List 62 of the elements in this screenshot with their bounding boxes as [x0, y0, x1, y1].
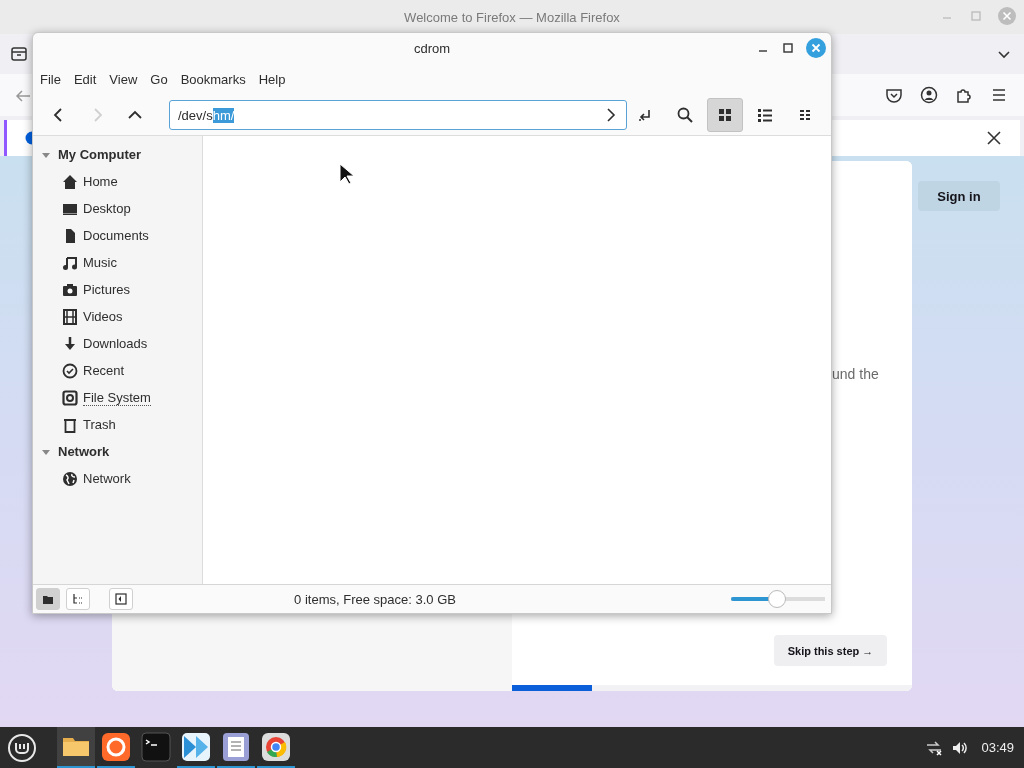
tree-icon[interactable] [71, 592, 85, 606]
mouse-pointer-icon [339, 163, 355, 185]
window-title: Welcome to Firefox — Mozilla Firefox [404, 9, 620, 25]
maximize-button[interactable] [781, 41, 795, 55]
sidebar-item[interactable]: Desktop [83, 201, 131, 216]
sidebar-item[interactable]: Recent [83, 363, 125, 378]
camera-icon [62, 281, 78, 298]
section-heading: Network [58, 444, 110, 459]
places-button[interactable] [36, 588, 60, 610]
sidebar-item[interactable]: Documents [83, 228, 149, 243]
menu-item[interactable]: Go [150, 71, 175, 87]
section-heading: My Computer [58, 147, 142, 162]
sidebar-toggle-icon[interactable] [114, 592, 128, 606]
home-icon [62, 173, 78, 190]
sidebar-item[interactable]: Network [83, 471, 131, 486]
sidebar-item[interactable]: Home [83, 174, 118, 189]
menu-logo-icon[interactable] [7, 732, 37, 763]
sidebar-item[interactable]: Pictures [83, 282, 130, 297]
download-icon [62, 335, 78, 352]
menu-item[interactable]: File [40, 71, 68, 87]
terminal-icon[interactable] [141, 731, 171, 762]
film-icon [62, 308, 78, 325]
sidebar-item[interactable]: Downloads [83, 336, 148, 351]
close-icon[interactable] [986, 130, 1002, 146]
globe-icon [62, 470, 78, 487]
clock[interactable]: 03:49 [981, 740, 1014, 755]
search-icon[interactable] [676, 106, 694, 124]
list-icon[interactable] [756, 106, 774, 124]
back-arrow-icon[interactable] [15, 88, 31, 104]
menu-item[interactable]: View [109, 71, 145, 87]
puzzle-icon[interactable] [955, 86, 973, 104]
sidebar-item[interactable]: Videos [83, 309, 123, 324]
music-icon [62, 254, 78, 271]
menu-icon[interactable] [990, 86, 1008, 104]
tab-list-icon[interactable] [10, 45, 28, 63]
sidebar-item[interactable]: File System [83, 389, 151, 406]
text-editor-icon[interactable] [221, 731, 251, 762]
grid-icon[interactable] [716, 106, 734, 124]
sidebar-item[interactable]: Music [83, 255, 117, 270]
sidebar-item[interactable]: Trash [83, 417, 116, 432]
typed-text: /dev/s [178, 107, 213, 123]
sign-in-button[interactable]: Sign in [918, 181, 1000, 211]
tree-button[interactable] [66, 588, 90, 610]
browser-icon[interactable] [261, 731, 291, 762]
network-disconnected-icon[interactable] [925, 738, 944, 757]
window-title: cdrom [413, 40, 451, 56]
body-text: und the [832, 366, 879, 382]
menu-item[interactable]: Edit [73, 71, 104, 87]
pocket-icon[interactable] [885, 86, 903, 104]
status-text: 0 items, Free space: 3.0 GB [293, 591, 457, 607]
trash-icon [62, 416, 78, 433]
play-icon[interactable] [181, 731, 211, 762]
account-icon[interactable] [920, 86, 938, 104]
skip-button[interactable]: Skip this step → [774, 635, 887, 666]
firefox-icon[interactable] [101, 731, 131, 762]
clock-icon [62, 362, 78, 379]
toggle-sidebar-button[interactable] [109, 588, 133, 610]
menu-item[interactable]: Help [258, 71, 293, 87]
menu-item[interactable]: Bookmarks [180, 71, 253, 87]
icons-view-button[interactable] [707, 98, 743, 132]
close-button[interactable] [806, 38, 826, 58]
taskbar-app-button[interactable] [57, 727, 95, 768]
